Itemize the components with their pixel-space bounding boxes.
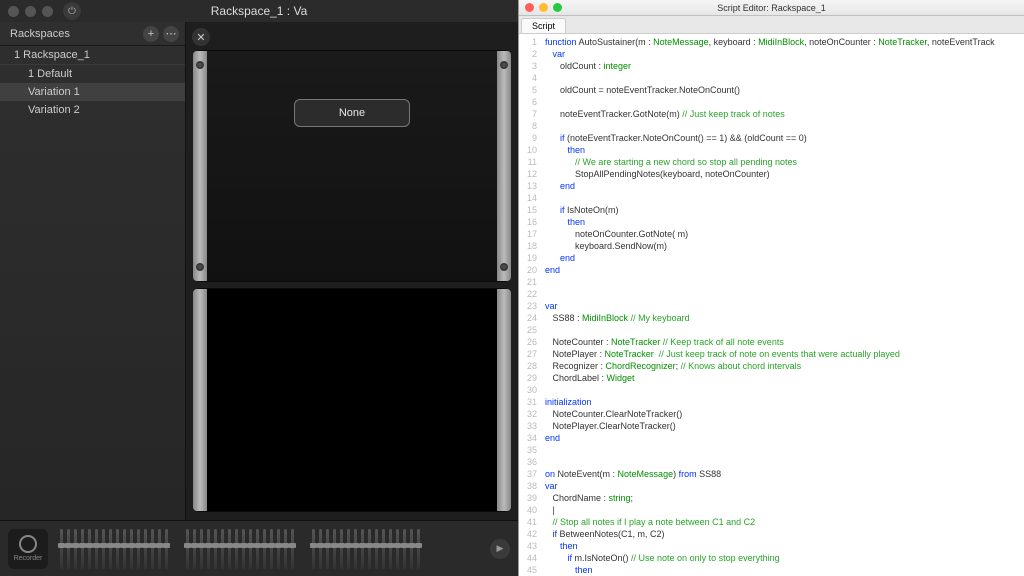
gig-performer-window: ⏻ Rackspace_1 : Va Rackspaces + ⋯ 1 Rack… [0, 0, 518, 576]
fader[interactable] [88, 529, 91, 569]
fader[interactable] [375, 529, 378, 569]
fader[interactable] [340, 529, 343, 569]
fader[interactable] [333, 529, 336, 569]
fader-group-2 [186, 529, 294, 569]
fader[interactable] [60, 529, 63, 569]
window-controls [0, 6, 53, 17]
lower-panel [194, 288, 510, 512]
editor-window-controls [519, 3, 562, 12]
minimize-window-icon[interactable] [25, 6, 36, 17]
fader[interactable] [158, 529, 161, 569]
fader[interactable] [130, 529, 133, 569]
sidebar-title: Rackspaces [10, 28, 70, 40]
power-icon[interactable]: ⏻ [63, 2, 81, 20]
line-numbers: 1 2 3 4 5 6 7 8 9 10 11 12 13 14 15 16 1… [519, 34, 541, 576]
fader[interactable] [193, 529, 196, 569]
sidebar-item-3[interactable]: Variation 2 [0, 101, 185, 119]
editor-window-title: Script Editor: Rackspace_1 [717, 3, 826, 13]
tab-script[interactable]: Script [521, 18, 566, 33]
fader[interactable] [277, 529, 280, 569]
fader[interactable] [291, 529, 294, 569]
fader-group-3 [312, 529, 420, 569]
fader[interactable] [95, 529, 98, 569]
fader[interactable] [249, 529, 252, 569]
widget-panel: None [194, 50, 510, 282]
fader[interactable] [410, 529, 413, 569]
rack-rail-right [497, 51, 511, 281]
mixer-faders [56, 529, 482, 569]
fader[interactable] [256, 529, 259, 569]
fader[interactable] [165, 529, 168, 569]
fader[interactable] [326, 529, 329, 569]
fader[interactable] [151, 529, 154, 569]
fader[interactable] [389, 529, 392, 569]
title-bar: ⏻ Rackspace_1 : Va [0, 0, 518, 22]
fader[interactable] [284, 529, 287, 569]
editor-tabs: Script [519, 16, 1024, 34]
code-content[interactable]: function AutoSustainer(m : NoteMessage, … [541, 34, 1024, 576]
fader[interactable] [312, 529, 315, 569]
fader[interactable] [123, 529, 126, 569]
sidebar-header: Rackspaces + ⋯ [0, 22, 185, 46]
minimize-window-icon[interactable] [539, 3, 548, 12]
fader[interactable] [235, 529, 238, 569]
fader[interactable] [403, 529, 406, 569]
play-button[interactable]: ▶ [490, 539, 510, 559]
close-panel-button[interactable]: ✕ [192, 28, 210, 46]
fader[interactable] [207, 529, 210, 569]
window-title: Rackspace_1 : Va [211, 4, 308, 18]
rackspaces-sidebar: Rackspaces + ⋯ 1 Rackspace_11 DefaultVar… [0, 22, 186, 520]
fader[interactable] [221, 529, 224, 569]
fader[interactable] [368, 529, 371, 569]
fader[interactable] [396, 529, 399, 569]
fader[interactable] [200, 529, 203, 569]
fader[interactable] [186, 529, 189, 569]
chord-label-widget[interactable]: None [294, 99, 410, 127]
fader[interactable] [228, 529, 231, 569]
fader-group-1 [60, 529, 168, 569]
fader[interactable] [347, 529, 350, 569]
fader[interactable] [74, 529, 77, 569]
record-icon [19, 535, 37, 553]
fader[interactable] [116, 529, 119, 569]
recorder-button[interactable]: Recorder [8, 529, 48, 569]
maximize-window-icon[interactable] [553, 3, 562, 12]
rack-rail-right [497, 289, 511, 511]
fader[interactable] [242, 529, 245, 569]
fader[interactable] [270, 529, 273, 569]
script-editor-window: Script Editor: Rackspace_1 Script 1 2 3 … [518, 0, 1024, 576]
sidebar-item-0[interactable]: 1 Rackspace_1 [0, 46, 185, 65]
fader[interactable] [319, 529, 322, 569]
rack-rail-left [193, 289, 207, 511]
code-editor[interactable]: 1 2 3 4 5 6 7 8 9 10 11 12 13 14 15 16 1… [519, 34, 1024, 576]
editor-title-bar: Script Editor: Rackspace_1 [519, 0, 1024, 16]
fader[interactable] [263, 529, 266, 569]
fader[interactable] [361, 529, 364, 569]
close-window-icon[interactable] [525, 3, 534, 12]
fader[interactable] [354, 529, 357, 569]
fader[interactable] [417, 529, 420, 569]
fader[interactable] [102, 529, 105, 569]
transport-bar: Recorder ▶ [0, 520, 518, 576]
fader[interactable] [109, 529, 112, 569]
sidebar-item-1[interactable]: 1 Default [0, 65, 185, 83]
add-rackspace-button[interactable]: + [143, 26, 159, 42]
fader[interactable] [144, 529, 147, 569]
rackspace-menu-button[interactable]: ⋯ [163, 26, 179, 42]
rack-rail-left [193, 51, 207, 281]
maximize-window-icon[interactable] [42, 6, 53, 17]
recorder-label: Recorder [14, 555, 43, 562]
fader[interactable] [81, 529, 84, 569]
fader[interactable] [67, 529, 70, 569]
sidebar-item-2[interactable]: Variation 1 [0, 83, 185, 101]
fader[interactable] [214, 529, 217, 569]
rack-area: ✕ None [186, 22, 518, 520]
fader[interactable] [137, 529, 140, 569]
close-window-icon[interactable] [8, 6, 19, 17]
fader[interactable] [382, 529, 385, 569]
